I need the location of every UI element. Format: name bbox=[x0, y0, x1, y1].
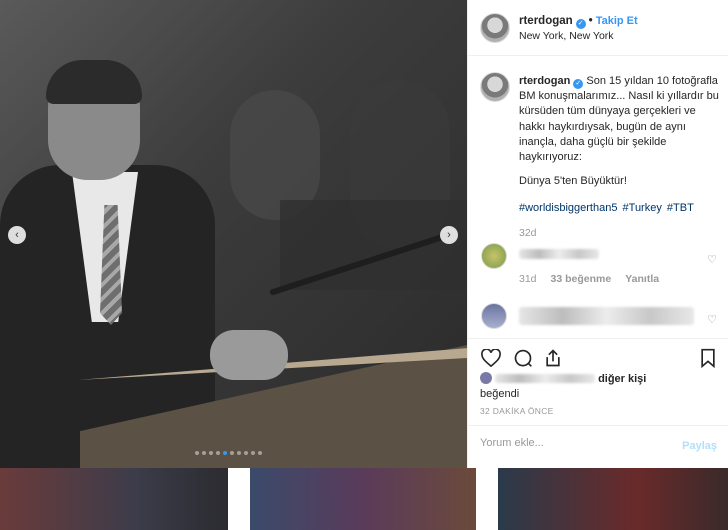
separator-dot: • bbox=[588, 15, 593, 27]
liker-avatar bbox=[480, 372, 492, 384]
avatar[interactable] bbox=[481, 243, 507, 269]
carousel-dot bbox=[258, 451, 262, 455]
likes-verb: beğendi bbox=[480, 388, 520, 400]
save-button[interactable] bbox=[697, 347, 719, 369]
header-user-line: rterdogan ✓ • Takip Et bbox=[519, 15, 638, 29]
caption-text: rterdogan ✓ Son 15 yıldan 10 fotoğrafla B… bbox=[519, 74, 724, 165]
share-icon bbox=[546, 349, 560, 367]
blurred-comment-text bbox=[519, 307, 694, 325]
likes-others[interactable]: diğer kişi bbox=[598, 373, 646, 385]
post-timestamp: 32 DAKİKA ÖNCE bbox=[480, 406, 554, 416]
related-post-thumbnail[interactable] bbox=[0, 468, 228, 530]
post-header: rterdogan ✓ • Takip Et New York, New York bbox=[468, 0, 728, 56]
follow-button[interactable]: Takip Et bbox=[596, 15, 638, 27]
speaker-hair bbox=[46, 60, 142, 104]
reply-button[interactable]: Yanıtla bbox=[625, 273, 659, 285]
post-photo[interactable]: ‹ › bbox=[0, 0, 467, 468]
add-comment-bar: Paylaş bbox=[468, 425, 728, 468]
carousel-dot bbox=[202, 451, 206, 455]
carousel-next-button[interactable]: › bbox=[440, 226, 458, 244]
post-comment-button[interactable]: Paylaş bbox=[682, 440, 717, 452]
carousel-dot bbox=[216, 451, 220, 455]
verified-badge-icon: ✓ bbox=[573, 79, 584, 89]
speaker-hand bbox=[210, 330, 288, 380]
related-post-thumbnail[interactable] bbox=[250, 468, 476, 530]
bookmark-icon bbox=[701, 348, 715, 368]
comment-like-heart-icon[interactable]: ♡ bbox=[707, 313, 717, 326]
username-link[interactable]: rterdogan bbox=[519, 15, 573, 27]
carousel-prev-button[interactable]: ‹ bbox=[8, 226, 26, 244]
comment-bubble-icon bbox=[514, 349, 532, 367]
comment-button[interactable] bbox=[512, 347, 534, 369]
carousel-indicator bbox=[195, 451, 262, 455]
carousel-dot bbox=[230, 451, 234, 455]
hashtag-list: #worldisbiggerthan5 #Turkey #TBT bbox=[519, 202, 696, 214]
likes-summary[interactable]: diğer kişi beğendi bbox=[480, 372, 720, 402]
chevron-right-icon: › bbox=[447, 229, 451, 241]
hashtag-link[interactable]: #worldisbiggerthan5 bbox=[519, 202, 617, 214]
caption-body: Son 15 yıldan 10 fotoğrafla BM konuşmala… bbox=[519, 75, 719, 164]
share-button[interactable] bbox=[542, 347, 564, 369]
avatar[interactable] bbox=[481, 303, 507, 329]
heart-icon bbox=[481, 349, 501, 367]
caption-timestamp: 32d bbox=[519, 227, 537, 239]
comment-like-count[interactable]: 33 beğenme bbox=[551, 273, 612, 285]
carousel-dot bbox=[251, 451, 255, 455]
comment-like-heart-icon[interactable]: ♡ bbox=[707, 253, 717, 266]
caption-username[interactable]: rterdogan bbox=[519, 75, 570, 87]
avatar[interactable] bbox=[480, 72, 510, 102]
comment-meta: 31d 33 beğenme Yanıtla bbox=[519, 273, 659, 285]
blurred-liker-names bbox=[495, 374, 595, 383]
carousel-dot bbox=[244, 451, 248, 455]
avatar[interactable] bbox=[480, 13, 510, 43]
blurred-comment-text bbox=[519, 249, 599, 259]
comment-input[interactable] bbox=[480, 437, 670, 449]
related-post-thumbnail[interactable] bbox=[498, 468, 728, 530]
carousel-dot bbox=[195, 451, 199, 455]
verified-badge-icon: ✓ bbox=[575, 19, 586, 29]
location-link[interactable]: New York, New York bbox=[519, 30, 614, 42]
hashtag-link[interactable]: #TBT bbox=[667, 202, 694, 214]
like-button[interactable] bbox=[480, 347, 502, 369]
caption-slogan: Dünya 5'ten Büyüktür! bbox=[519, 175, 627, 187]
post-side-panel: rterdogan ✓ • Takip Et New York, New York r… bbox=[467, 0, 728, 468]
carousel-dot bbox=[223, 451, 227, 455]
comment-timestamp: 31d bbox=[519, 273, 537, 285]
hashtag-link[interactable]: #Turkey bbox=[623, 202, 662, 214]
chevron-left-icon: ‹ bbox=[15, 229, 19, 241]
carousel-dot bbox=[209, 451, 213, 455]
carousel-dot bbox=[237, 451, 241, 455]
